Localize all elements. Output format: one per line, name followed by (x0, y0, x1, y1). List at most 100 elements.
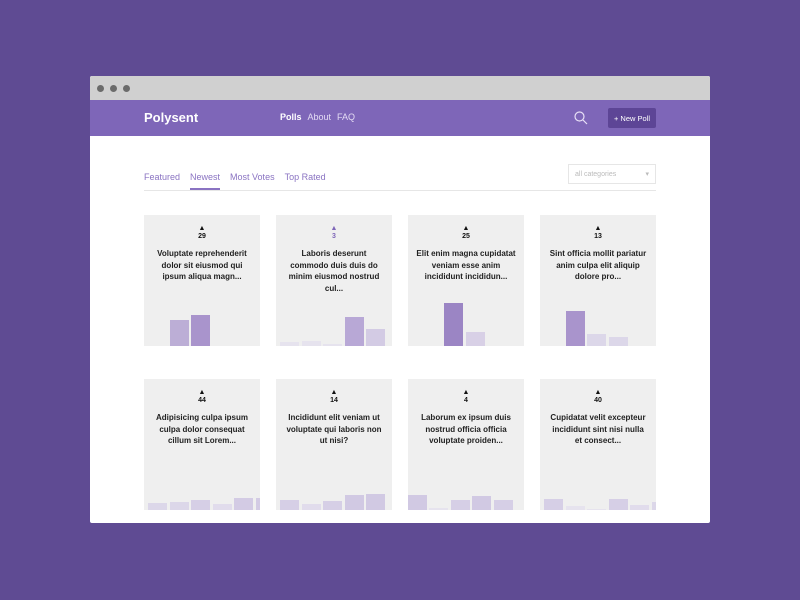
upvote-button[interactable]: ▲ 44 (144, 389, 260, 405)
vote-count: 4 (464, 397, 468, 404)
vote-count: 25 (462, 233, 470, 240)
result-bar (465, 332, 485, 346)
poll-card[interactable]: ▲ 13 Sint officia mollit pariatur anim cu… (540, 215, 656, 346)
result-bar (344, 317, 364, 346)
tab-newest[interactable]: Newest (190, 172, 221, 190)
poll-results-chart (540, 286, 656, 346)
result-bar (493, 500, 513, 510)
upvote-button[interactable]: ▲ 4 (408, 389, 524, 405)
upvote-button[interactable]: ▲ 40 (540, 389, 656, 405)
title-bar (90, 76, 710, 100)
tab-featured[interactable]: Featured (144, 172, 180, 190)
result-bar (472, 496, 492, 510)
vote-count: 3 (332, 233, 336, 240)
poll-card[interactable]: ▲ 3 Laboris deserunt commodo duis duis do… (276, 215, 392, 346)
search-icon[interactable] (574, 111, 588, 125)
poll-results-chart (276, 286, 392, 346)
result-bar (630, 505, 649, 510)
upvote-arrow-icon: ▲ (594, 389, 602, 396)
upvote-button[interactable]: ▲ 29 (144, 225, 260, 241)
result-bar (651, 502, 656, 510)
poll-question: Incididunt elit veniam ut voluptate qui … (286, 413, 382, 445)
result-bar (301, 341, 321, 346)
upvote-arrow-icon: ▲ (462, 389, 470, 396)
poll-card[interactable]: ▲ 40 Cupidatat velit excepteur incididunt… (540, 379, 656, 510)
new-poll-button[interactable]: + New Poll (608, 108, 656, 128)
vote-count: 13 (594, 233, 602, 240)
result-bar (344, 495, 364, 510)
poll-card[interactable]: ▲ 14 Incididunt elit veniam ut voluptate … (276, 379, 392, 510)
result-bar (587, 509, 606, 510)
result-bar (301, 504, 321, 510)
poll-card[interactable]: ▲ 29 Voluptate reprehenderit dolor sit ei… (144, 215, 260, 346)
nav-faq[interactable]: FAQ (337, 112, 355, 122)
poll-results-chart (408, 286, 524, 346)
poll-results-chart (540, 450, 656, 510)
nav-about[interactable]: About (308, 112, 332, 122)
vote-count: 14 (330, 397, 338, 404)
result-bar (366, 494, 385, 510)
poll-card[interactable]: ▲ 4 Laborum ex ipsum duis nostrud officia… (408, 379, 524, 510)
upvote-arrow-icon: ▲ (198, 225, 206, 232)
poll-question: Voluptate reprehenderit dolor sit eiusmo… (157, 249, 247, 281)
result-bar (323, 501, 342, 510)
result-bar (169, 320, 189, 346)
result-bar (212, 504, 232, 510)
upvote-arrow-icon: ▲ (198, 389, 206, 396)
category-select-value: all categories (575, 170, 617, 178)
browser-window: Polysent Polls About FAQ + New Poll Feat… (90, 76, 710, 523)
result-bar (608, 337, 628, 346)
result-bar (450, 500, 470, 510)
vote-count: 44 (198, 397, 206, 404)
poll-results-chart (144, 450, 260, 510)
poll-question: Elit enim magna cupidatat veniam esse an… (416, 249, 516, 281)
result-bar (444, 303, 464, 346)
upvote-arrow-icon: ▲ (594, 225, 602, 232)
poll-results-chart (408, 450, 524, 510)
result-bar (169, 502, 189, 510)
result-bar (255, 498, 260, 510)
vote-count: 29 (198, 233, 206, 240)
result-bar (234, 498, 253, 510)
window-dot-minimize[interactable] (110, 84, 117, 92)
result-bar (191, 315, 210, 346)
result-bar (429, 508, 449, 510)
result-bar (280, 342, 299, 346)
brand-logo[interactable]: Polysent (144, 110, 198, 125)
result-bar (366, 329, 385, 346)
vote-count: 40 (594, 397, 602, 404)
upvote-arrow-icon: ▲ (462, 225, 470, 232)
result-bar (565, 506, 585, 510)
upvote-button[interactable]: ▲ 3 (276, 225, 392, 241)
poll-results-chart (144, 286, 260, 346)
result-bar (408, 495, 427, 510)
chevron-down-icon: ▾ (645, 171, 649, 178)
result-bar (280, 500, 299, 510)
tab-most-votes[interactable]: Most Votes (230, 172, 275, 190)
result-bar (148, 503, 167, 510)
upvote-button[interactable]: ▲ 14 (276, 389, 392, 405)
result-bar (587, 334, 606, 346)
poll-card[interactable]: ▲ 25 Elit enim magna cupidatat veniam ess… (408, 215, 524, 346)
poll-question: Adipisicing culpa ipsum culpa dolor cons… (155, 413, 248, 445)
result-bar (608, 499, 628, 510)
upvote-arrow-icon: ▲ (330, 225, 338, 232)
upvote-arrow-icon: ▲ (330, 389, 338, 396)
tab-top-rated[interactable]: Top Rated (285, 172, 326, 190)
poll-results-chart (276, 450, 392, 510)
poll-card[interactable]: ▲ 44 Adipisicing culpa ipsum culpa dolor … (144, 379, 260, 510)
result-bar (323, 344, 342, 346)
window-dot-close[interactable] (97, 84, 104, 92)
nav-polls[interactable]: Polls (280, 112, 302, 122)
result-bar (191, 500, 210, 510)
upvote-button[interactable]: ▲ 13 (540, 225, 656, 241)
upvote-button[interactable]: ▲ 25 (408, 225, 524, 241)
poll-question: Cupidatat velit excepteur incididunt sin… (550, 413, 646, 445)
poll-question: Laborum ex ipsum duis nostrud officia of… (421, 413, 511, 445)
window-dot-maximize[interactable] (123, 84, 130, 92)
category-select[interactable]: all categories ▾ (568, 164, 656, 184)
top-nav: Polysent Polls About FAQ + New Poll (90, 100, 710, 136)
poll-question: Sint officia mollit pariatur anim culpa … (549, 249, 647, 281)
result-bar (565, 311, 585, 346)
result-bar (544, 499, 563, 510)
